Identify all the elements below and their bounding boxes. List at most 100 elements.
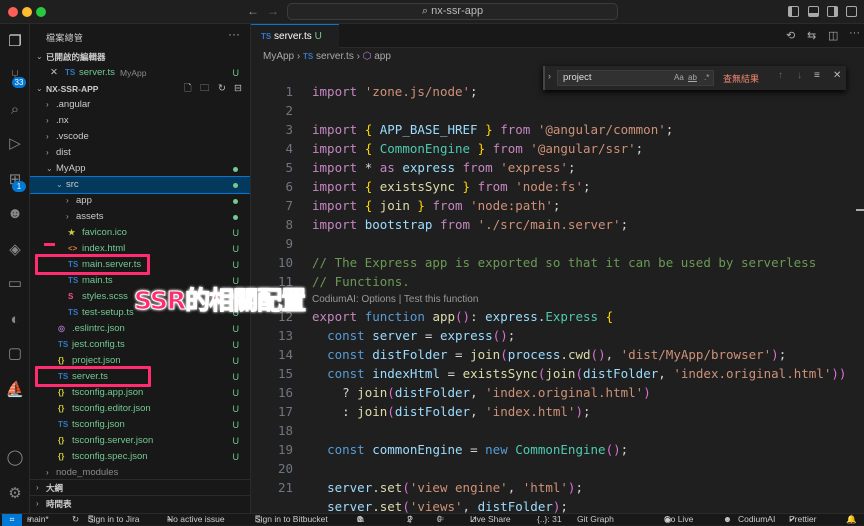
sidebar-title: 檔案總管 (46, 33, 84, 43)
code-line[interactable]: const commonEngine = new CommonEngine(); (312, 442, 628, 457)
file-tree-item[interactable]: › app (30, 193, 250, 209)
regex-icon[interactable]: .* (704, 71, 709, 85)
code-line[interactable]: // Functions. (312, 274, 410, 289)
code-line[interactable]: import { CommonEngine } from '@angular/s… (312, 141, 643, 156)
copilot-status-icon[interactable]: ☻ (723, 514, 732, 525)
code-line[interactable]: const distFolder = join(process.cwd(), '… (312, 347, 786, 362)
account-icon[interactable]: ◯ (6, 448, 24, 466)
refresh-icon[interactable]: ↻ (218, 81, 226, 97)
chat-icon[interactable]: ▢ (6, 344, 24, 362)
copilot-icon[interactable]: ☻ (6, 204, 24, 222)
back-arrow-icon[interactable]: ← (247, 4, 259, 18)
codium-item[interactable]: CodiumAI (738, 514, 775, 525)
file-tree-item[interactable]: ◎ .eslintrc.json U (30, 321, 250, 337)
code-line[interactable]: : join(distFolder, 'index.html'); (312, 404, 590, 419)
run-debug-icon[interactable]: ▷ (6, 134, 24, 152)
new-file-icon[interactable]: 🗋 (184, 81, 192, 97)
codelens[interactable]: CodiumAI: Options | Test this function (312, 294, 478, 305)
file-tree-item[interactable]: › .vscode (30, 129, 250, 145)
timeline-section[interactable]: › 時間表 (30, 495, 250, 511)
minimize-window-button[interactable] (22, 7, 32, 17)
find-input[interactable]: project Aa ab .* (557, 70, 714, 86)
outline-section[interactable]: › 大綱 (30, 479, 250, 495)
previous-match-icon[interactable]: ↑ (778, 70, 783, 81)
git-graph-icon[interactable]: ◈ (6, 240, 24, 258)
new-folder-icon[interactable]: 🗀 (200, 81, 210, 97)
file-type-icon: {} (58, 436, 65, 445)
project-section[interactable]: ⌄ NX-SSR-APP 🗋 🗀 ↻ ⊟ (30, 81, 250, 97)
file-tree-item[interactable]: › assets (30, 209, 250, 225)
breadcrumb-folder[interactable]: MyApp (263, 51, 294, 62)
line-number: 19 (277, 442, 293, 457)
code-line[interactable]: server.set('view engine', 'html'); (312, 480, 583, 495)
open-changes-icon[interactable]: ⇆ (807, 29, 816, 42)
highlight-server-ts (35, 366, 151, 387)
code-line[interactable]: import { existsSync } from 'node:fs'; (312, 179, 591, 194)
file-tree-item[interactable]: ★ favicon.ico U (30, 225, 250, 241)
notifications-icon[interactable]: 🔔 (846, 514, 857, 525)
code-line[interactable]: import { join } from 'node:path'; (312, 198, 560, 213)
remote-explorer-icon[interactable]: ▭ (6, 274, 24, 292)
code-line[interactable]: import 'zone.js/node'; (312, 84, 478, 99)
lines-item[interactable]: {..}: 31 (537, 514, 562, 525)
scrollbar-marker[interactable] (856, 209, 864, 211)
file-tree-item[interactable]: TS jest.config.ts U (30, 337, 250, 353)
remote-icon[interactable]: ⌗ (2, 514, 22, 526)
tab-server-ts[interactable]: TS server.ts U (251, 24, 339, 48)
open-editors-section[interactable]: ⌄ 已開啟的編輯器 (30, 49, 250, 65)
file-tree-item[interactable]: ⌄ MyApp (30, 161, 250, 177)
warning-count: 0 (357, 514, 362, 524)
split-editor-icon[interactable]: ◫ (828, 29, 838, 42)
maximize-window-button[interactable] (36, 7, 46, 17)
codium-icon[interactable]: ◐ (6, 310, 24, 328)
code-line[interactable]: import { APP_BASE_HREF } from '@angular/… (312, 122, 673, 137)
git-status: U (232, 420, 240, 430)
forward-arrow-icon[interactable]: → (267, 4, 279, 18)
explorer-icon[interactable]: ❐ (6, 32, 24, 50)
collapse-all-icon[interactable]: ⊟ (234, 81, 242, 97)
chevron-right-icon[interactable]: › (548, 71, 551, 81)
timeline-history-icon[interactable]: ⟲ (786, 29, 795, 42)
file-tree-item[interactable]: TS tsconfig.json U (30, 417, 250, 433)
breadcrumb-symbol[interactable]: app (374, 51, 391, 62)
file-tree-item[interactable]: {} tsconfig.app.json U (30, 385, 250, 401)
file-tree-item[interactable]: {} tsconfig.spec.json U (30, 449, 250, 465)
code-line[interactable]: const server = express(); (312, 328, 515, 343)
more-actions-icon[interactable]: ··· (849, 27, 860, 39)
file-tree-item[interactable]: {} tsconfig.editor.json U (30, 401, 250, 417)
search-icon[interactable]: ⌕ (6, 100, 24, 118)
toggle-sidebar-icon[interactable] (788, 6, 799, 17)
deploy-icon[interactable]: ⛵ (6, 380, 25, 398)
command-center[interactable]: ⌕ nx-ssr-app (287, 3, 618, 20)
customize-layout-icon[interactable] (846, 6, 857, 17)
code-line[interactable]: server.set('views', distFolder); (312, 499, 568, 514)
next-match-icon[interactable]: ↓ (797, 70, 802, 81)
close-icon[interactable]: ✕ (833, 70, 841, 81)
code-line[interactable]: // The Express app is exported so that i… (312, 255, 816, 270)
outline-label: 大綱 (46, 483, 64, 493)
close-icon[interactable]: ✕ (50, 65, 58, 81)
code-line[interactable]: const indexHtml = existsSync(join(distFo… (312, 366, 846, 381)
file-tree-item[interactable]: › .nx (30, 113, 250, 129)
file-tree-item[interactable]: › .angular (30, 97, 250, 113)
gitgraph-item[interactable]: Git Graph (577, 514, 614, 525)
code-line[interactable]: ? join(distFolder, 'index.original.html'… (312, 385, 651, 400)
find-in-selection-icon[interactable]: ≡ (814, 70, 820, 81)
whole-word-icon[interactable]: ab (688, 71, 697, 85)
code-line[interactable]: import * as express from 'express'; (312, 160, 575, 175)
breadcrumb-file[interactable]: server.ts (316, 51, 354, 62)
settings-gear-icon[interactable]: ⚙ (6, 484, 24, 502)
toggle-secondary-sidebar-icon[interactable] (827, 6, 838, 17)
file-tree-item[interactable]: ⌄ src (30, 176, 250, 194)
code-line[interactable]: export function app(): express.Express { (312, 309, 613, 324)
sync-icon[interactable]: ↻ (72, 514, 79, 525)
more-actions-icon[interactable]: ··· (228, 27, 240, 41)
open-editor-item[interactable]: ✕ TS server.ts MyApp U (30, 65, 250, 81)
code-line[interactable]: import bootstrap from './src/main.server… (312, 217, 628, 232)
file-tree-item[interactable]: › dist (30, 145, 250, 161)
match-case-icon[interactable]: Aa (674, 71, 684, 85)
chevron-down-icon: ⌄ (36, 84, 43, 93)
file-tree-item[interactable]: {} tsconfig.server.json U (30, 433, 250, 449)
toggle-panel-icon[interactable] (808, 6, 819, 17)
close-window-button[interactable] (8, 7, 18, 17)
